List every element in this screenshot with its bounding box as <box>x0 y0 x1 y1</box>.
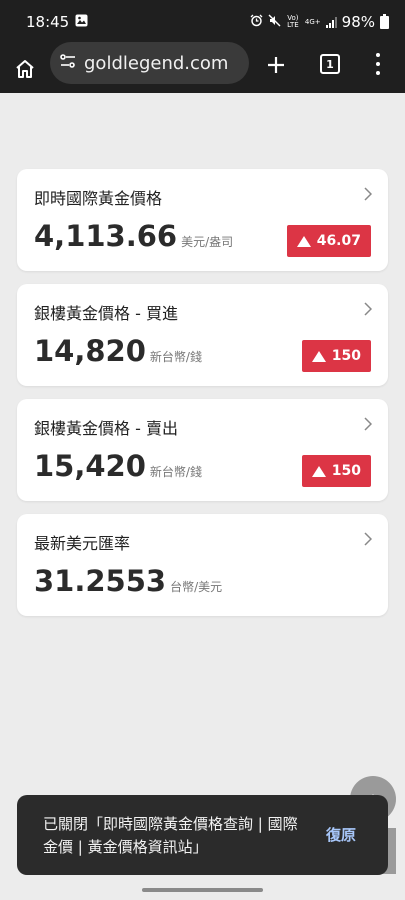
chevron-right-icon <box>364 532 372 546</box>
battery-icon <box>380 13 389 29</box>
price-value: 14,820 新台幣/錢 <box>34 334 202 368</box>
tab-switcher-button[interactable]: 1 <box>320 54 340 74</box>
more-menu-icon[interactable] <box>372 53 384 75</box>
price-unit: 美元/盎司 <box>181 235 234 249</box>
up-triangle-icon <box>311 465 326 477</box>
change-badge: 150 <box>301 340 371 372</box>
card-shop-gold-sell[interactable]: 銀樓黃金價格 - 賣出 15,420 新台幣/錢 150 <box>17 399 388 501</box>
card-title: 即時國際黃金價格 <box>34 189 163 208</box>
plus-icon <box>268 57 284 73</box>
network-type: 4G+ <box>304 17 321 26</box>
card-international-gold[interactable]: 即時國際黃金價格 4,113.66 美元/盎司 46.07 <box>17 169 388 271</box>
gesture-bar <box>142 888 263 892</box>
card-title: 最新美元匯率 <box>34 534 131 553</box>
new-tab-button[interactable] <box>263 52 289 78</box>
toast-message: 已關閉「即時國際黃金價格查詢 | 國際金價 | 黃金價格資訊站」 <box>43 815 298 856</box>
gallery-icon <box>75 13 88 31</box>
address-bar[interactable]: goldlegend.com <box>50 42 249 84</box>
price-value: 15,420 新台幣/錢 <box>34 449 202 483</box>
site-settings-icon[interactable] <box>58 51 78 75</box>
alarm-icon <box>250 13 263 31</box>
card-title: 銀樓黃金價格 - 買進 <box>34 304 178 323</box>
chevron-right-icon <box>364 187 372 201</box>
volte-label: Vo) LTE <box>287 14 299 29</box>
card-shop-gold-buy[interactable]: 銀樓黃金價格 - 買進 14,820 新台幣/錢 150 <box>17 284 388 386</box>
up-triangle-icon <box>311 350 326 362</box>
mute-icon <box>268 13 281 31</box>
change-badge: 46.07 <box>286 225 371 257</box>
card-title: 銀樓黃金價格 - 賣出 <box>34 419 178 438</box>
price-unit: 新台幣/錢 <box>149 350 202 364</box>
price-unit: 台幣/美元 <box>170 580 223 594</box>
up-triangle-icon <box>296 235 311 247</box>
home-icon <box>16 59 34 78</box>
battery-percent: 98% <box>341 13 375 31</box>
url-text: goldlegend.com <box>84 52 229 74</box>
signal-icon <box>325 16 337 28</box>
change-badge: 150 <box>301 455 371 487</box>
undo-button[interactable]: 復原 <box>326 824 356 845</box>
undo-toast: 已關閉「即時國際黃金價格查詢 | 國際金價 | 黃金價格資訊站」 復原 <box>17 795 388 875</box>
status-bar: 18:45 Vo) LTE 4G+ 98% <box>0 0 405 44</box>
chevron-right-icon <box>364 302 372 316</box>
home-button[interactable] <box>0 44 50 93</box>
status-time: 18:45 <box>26 13 70 31</box>
browser-toolbar: goldlegend.com 1 <box>0 42 405 93</box>
price-value: 4,113.66 美元/盎司 <box>34 219 234 253</box>
price-unit: 新台幣/錢 <box>149 465 202 479</box>
price-value: 31.2553 台幣/美元 <box>34 564 223 598</box>
chevron-right-icon <box>364 417 372 431</box>
card-usd-rate[interactable]: 最新美元匯率 31.2553 台幣/美元 <box>17 514 388 616</box>
